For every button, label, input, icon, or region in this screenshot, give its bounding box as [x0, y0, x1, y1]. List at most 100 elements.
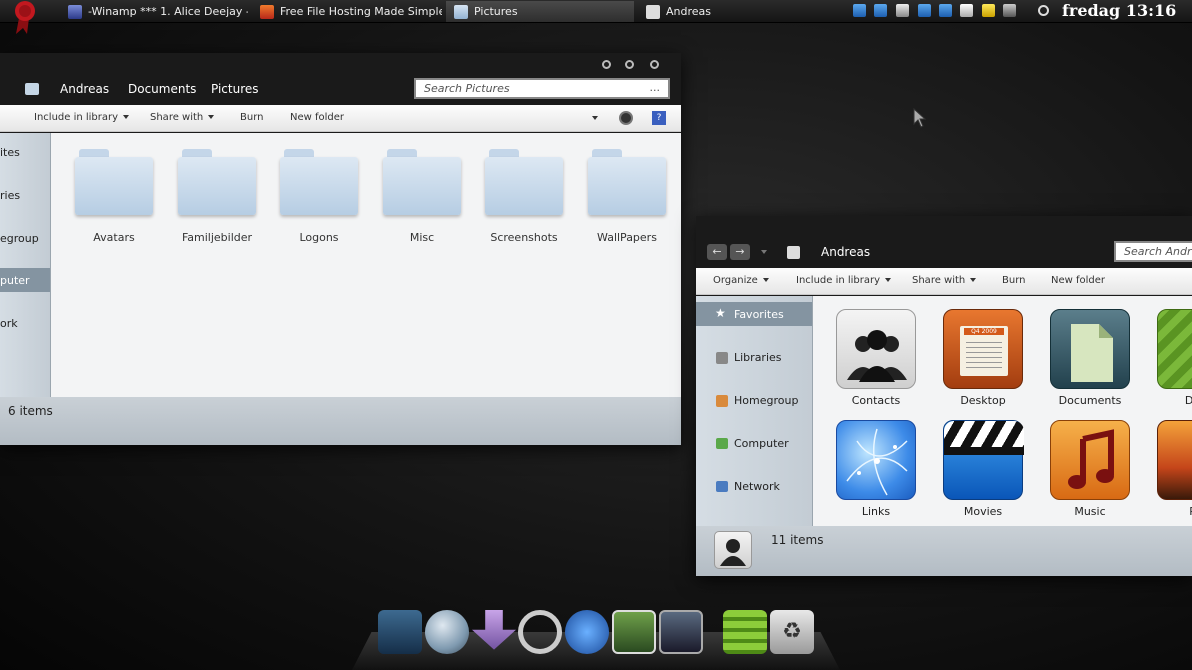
stack-icon[interactable] — [723, 610, 767, 654]
task-label: -Winamp *** 1. Alice Deejay - ... — [88, 5, 248, 18]
chevron-down-icon — [970, 278, 977, 282]
video-icon[interactable] — [659, 610, 703, 654]
include-in-library-button[interactable]: Include in library — [796, 275, 892, 286]
star-icon: ★ — [715, 306, 726, 320]
file-list: Contacts Q4 2009 Desktop Documents Dow L… — [813, 296, 1192, 526]
chevron-down-icon — [123, 115, 130, 119]
pictures-icon[interactable] — [1157, 420, 1192, 500]
breadcrumb-andreas[interactable]: Andreas — [60, 82, 109, 96]
documents-icon[interactable] — [1050, 309, 1130, 389]
winamp-icon — [68, 4, 82, 19]
navigation-pane: ★ Favorites Libraries Homegroup Computer… — [696, 296, 813, 526]
folder-icon — [75, 157, 153, 215]
folder-icon — [280, 157, 358, 215]
globe-icon[interactable] — [425, 610, 469, 654]
tray-app-icon[interactable] — [874, 4, 887, 17]
chevron-down-icon — [885, 278, 892, 282]
folder-name: WallPapers — [597, 231, 657, 244]
tray-mail-icon[interactable] — [960, 4, 973, 17]
contacts-icon[interactable] — [836, 309, 916, 389]
close-button[interactable] — [650, 60, 659, 69]
homegroup-icon — [716, 395, 728, 407]
breadcrumb-andreas[interactable]: Andreas — [821, 245, 870, 259]
search-placeholder: Search Andre — [1124, 245, 1192, 258]
icon-label: Music — [1074, 505, 1106, 518]
task-file-hosting[interactable]: Free File Hosting Made Simple ... — [252, 1, 442, 22]
tray-pen-icon[interactable] — [896, 4, 909, 17]
nav-computer[interactable]: Computer — [734, 437, 789, 450]
cmd-label: Include in library — [34, 112, 119, 123]
tray-status-icon[interactable] — [1038, 5, 1049, 16]
nav-favorites[interactable]: Favorites — [734, 308, 784, 321]
task-label: Free File Hosting Made Simple ... — [280, 5, 442, 18]
tray-app-icon[interactable] — [853, 4, 866, 17]
task-pictures[interactable]: Pictures — [446, 1, 634, 22]
burn-button[interactable]: Burn — [240, 112, 263, 123]
folder-icon — [588, 157, 666, 215]
forward-button[interactable]: → — [730, 244, 750, 260]
start-orb-icon[interactable] — [14, 0, 36, 34]
maximize-button[interactable] — [625, 60, 634, 69]
command-bar: Organize Include in library Share with B… — [696, 268, 1192, 295]
task-winamp[interactable]: -Winamp *** 1. Alice Deejay - ... — [60, 1, 248, 22]
libraries-icon — [716, 352, 728, 364]
organize-button[interactable]: Organize — [713, 275, 769, 286]
breadcrumb-documents[interactable]: Documents — [128, 82, 196, 96]
task-andreas[interactable]: Andreas — [638, 1, 828, 22]
tray-tv-icon[interactable] — [1003, 4, 1016, 17]
user-location-icon — [787, 246, 800, 259]
nav-favorites[interactable]: ites — [0, 146, 20, 159]
history-chevron-icon[interactable] — [761, 250, 767, 254]
back-button[interactable]: ← — [707, 244, 727, 260]
taskbar: -Winamp *** 1. Alice Deejay - ... Free F… — [0, 0, 1192, 34]
folder-icon — [454, 4, 468, 19]
music-icon[interactable] — [565, 610, 609, 654]
nav-network[interactable]: ork — [0, 317, 18, 330]
recycle-bin-icon[interactable]: ♻ — [770, 610, 814, 654]
new-folder-button[interactable]: New folder — [290, 112, 344, 123]
desktop-icon[interactable]: Q4 2009 — [943, 309, 1023, 389]
task-label: Pictures — [474, 5, 518, 18]
downloads-icon[interactable] — [1157, 309, 1192, 389]
clock[interactable]: fredag 13:16 — [1062, 1, 1176, 20]
nav-libraries[interactable]: Libraries — [734, 351, 782, 364]
help-icon[interactable]: ? — [652, 111, 666, 125]
nav-libraries[interactable]: ries — [0, 189, 20, 202]
status-bar: 11 items — [696, 526, 1192, 576]
computer-icon — [716, 438, 728, 449]
photos-icon[interactable] — [612, 610, 656, 654]
nav-homegroup[interactable]: Homegroup — [734, 394, 798, 407]
nav-homegroup[interactable]: egroup — [0, 232, 39, 245]
search-options-button[interactable]: ... — [650, 81, 661, 94]
tray-network-icon[interactable] — [939, 4, 952, 17]
icon-label: Documents — [1058, 394, 1122, 407]
share-with-button[interactable]: Share with — [912, 275, 977, 286]
movies-icon[interactable] — [943, 420, 1024, 500]
include-in-library-button[interactable]: Include in library — [34, 112, 130, 123]
tray-warning-icon[interactable] — [982, 4, 995, 17]
burn-button[interactable]: Burn — [1002, 275, 1025, 286]
music-icon[interactable] — [1050, 420, 1130, 500]
breadcrumb-pictures[interactable]: Pictures — [211, 82, 259, 96]
search-input[interactable]: Search Andre — [1114, 241, 1192, 262]
desktop-badge: Q4 2009 — [964, 328, 1004, 335]
headphones-icon[interactable] — [518, 610, 562, 654]
links-icon[interactable] — [836, 420, 916, 500]
minimize-button[interactable] — [602, 60, 611, 69]
share-with-button[interactable]: Share with — [150, 112, 215, 123]
chevron-down-icon — [762, 278, 769, 282]
search-input[interactable]: Search Pictures ... — [414, 78, 670, 99]
finder-icon[interactable] — [378, 610, 422, 654]
clapper-bar — [944, 447, 1024, 455]
tray-text-icon[interactable] — [918, 4, 931, 17]
status-bar: 6 items — [0, 397, 681, 445]
preview-pane-icon[interactable] — [619, 111, 633, 125]
folder-icon — [485, 157, 563, 215]
command-bar: Include in library Share with Burn New f… — [0, 105, 681, 132]
new-folder-button[interactable]: New folder — [1051, 275, 1105, 286]
nav-network[interactable]: Network — [734, 480, 780, 493]
pictures-window: Andreas Documents Pictures Search Pictur… — [0, 53, 681, 445]
user-avatar-icon — [714, 531, 752, 569]
nav-computer[interactable]: puter — [0, 274, 30, 287]
view-options-chevron-icon[interactable] — [592, 116, 598, 120]
